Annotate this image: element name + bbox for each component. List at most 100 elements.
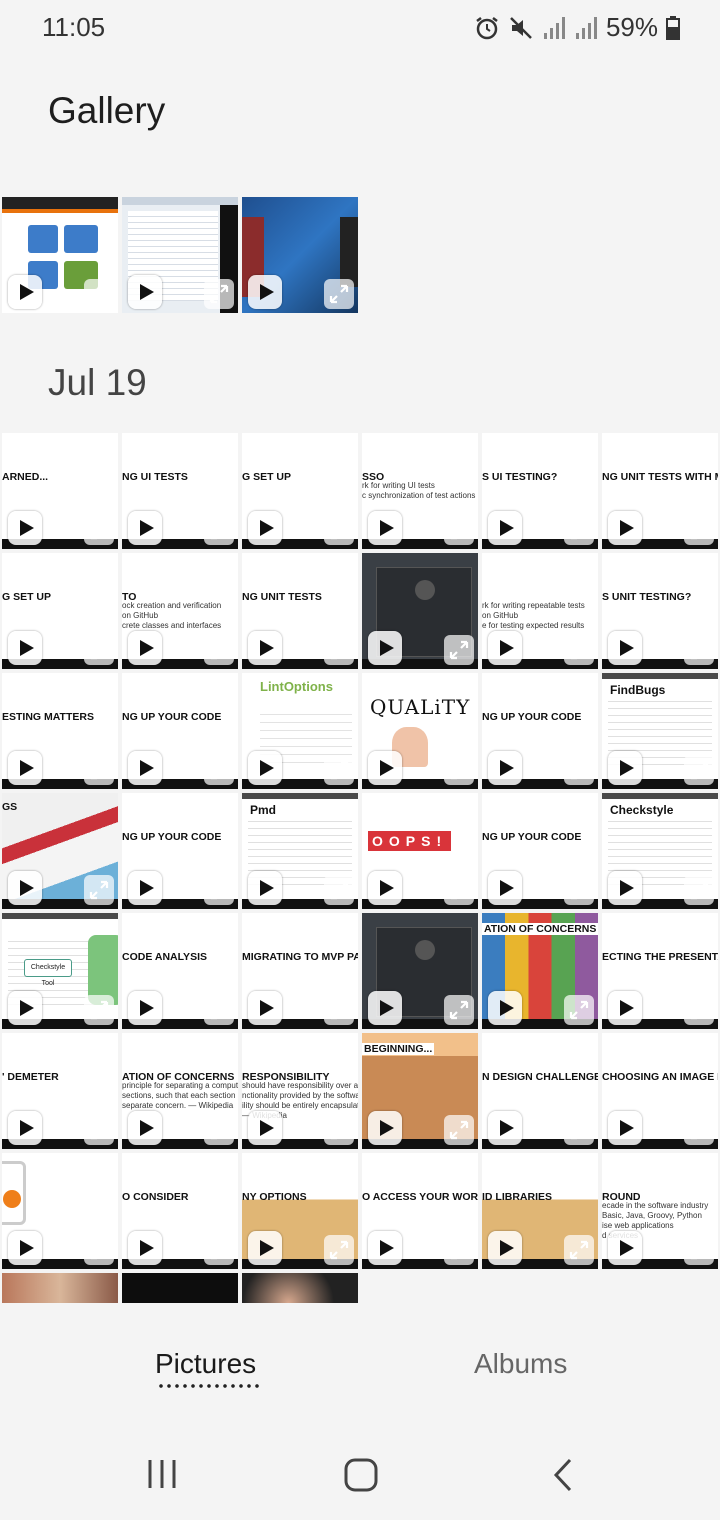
video-thumbnail[interactable]: S UI TESTING? bbox=[482, 433, 598, 549]
expand-icon[interactable] bbox=[84, 1235, 114, 1265]
expand-icon[interactable] bbox=[684, 995, 714, 1025]
expand-icon[interactable] bbox=[324, 1115, 354, 1145]
video-thumbnail[interactable]: FindBugs bbox=[602, 673, 718, 789]
expand-icon[interactable] bbox=[84, 515, 114, 545]
video-thumbnail[interactable]: G SET UP bbox=[242, 433, 358, 549]
video-thumbnail[interactable]: OOPS! bbox=[362, 793, 478, 909]
video-thumbnail[interactable]: ROUND ecade in the software industry Basic… bbox=[602, 1153, 718, 1269]
video-thumbnail[interactable]: RESPONSIBILITY should have responsibility… bbox=[242, 1033, 358, 1149]
video-thumbnail[interactable]: O ACCESS YOUR WORKIN bbox=[362, 1153, 478, 1269]
video-thumbnail[interactable] bbox=[122, 197, 238, 313]
video-thumbnail[interactable]: N DESIGN CHALLENGES bbox=[482, 1033, 598, 1149]
video-thumbnail[interactable]: ' DEMETER bbox=[2, 1033, 118, 1149]
video-thumbnail[interactable]: LintOptions bbox=[242, 673, 358, 789]
video-thumbnail[interactable]: TO ock creation and verification on GitHub… bbox=[122, 553, 238, 669]
expand-icon[interactable] bbox=[684, 755, 714, 785]
expand-icon[interactable] bbox=[564, 875, 594, 905]
video-thumbnail[interactable] bbox=[242, 197, 358, 313]
expand-icon[interactable] bbox=[324, 515, 354, 545]
video-thumbnail[interactable]: SSO rk for writing UI tests c synchronizat… bbox=[362, 433, 478, 549]
video-thumbnail[interactable] bbox=[2, 197, 118, 313]
expand-icon[interactable] bbox=[684, 1115, 714, 1145]
expand-icon[interactable] bbox=[444, 875, 474, 905]
expand-icon[interactable] bbox=[444, 755, 474, 785]
expand-icon[interactable] bbox=[84, 635, 114, 665]
expand-icon[interactable] bbox=[84, 995, 114, 1025]
video-thumbnail[interactable]: rk for writing repeatable tests on GitHub… bbox=[482, 553, 598, 669]
expand-icon[interactable] bbox=[204, 995, 234, 1025]
video-thumbnail[interactable]: O CONSIDER bbox=[122, 1153, 238, 1269]
expand-icon[interactable] bbox=[444, 995, 474, 1025]
expand-icon[interactable] bbox=[204, 875, 234, 905]
video-thumbnail[interactable]: NG UP YOUR CODE bbox=[482, 673, 598, 789]
video-thumbnail[interactable]: ATION OF CONCERNS bbox=[482, 913, 598, 1029]
video-thumbnail[interactable]: ARNED... bbox=[2, 433, 118, 549]
expand-icon[interactable] bbox=[204, 279, 234, 309]
tab-albums[interactable]: Albums bbox=[474, 1348, 567, 1380]
slide-title: S UNIT TESTING? bbox=[602, 591, 692, 603]
video-thumbnail[interactable]: Pmd bbox=[242, 793, 358, 909]
play-icon bbox=[128, 871, 162, 905]
expand-icon[interactable] bbox=[324, 279, 354, 309]
video-thumbnail[interactable]: NG UP YOUR CODE bbox=[122, 673, 238, 789]
video-thumbnail[interactable]: ID LIBRARIES bbox=[482, 1153, 598, 1269]
video-thumbnail[interactable]: CHOOSING AN IMAGE LIB bbox=[602, 1033, 718, 1149]
video-thumbnail[interactable]: NY OPTIONS bbox=[242, 1153, 358, 1269]
expand-icon[interactable] bbox=[204, 635, 234, 665]
expand-icon[interactable] bbox=[324, 635, 354, 665]
expand-icon[interactable] bbox=[204, 515, 234, 545]
expand-icon[interactable] bbox=[444, 1235, 474, 1265]
expand-icon[interactable] bbox=[564, 995, 594, 1025]
video-thumbnail[interactable] bbox=[2, 1153, 118, 1269]
video-thumbnail[interactable]: QUALiTY bbox=[362, 673, 478, 789]
video-thumbnail[interactable]: NG UNIT TESTS bbox=[242, 553, 358, 669]
video-thumbnail[interactable]: NG UI TESTS bbox=[122, 433, 238, 549]
video-thumbnail[interactable]: NG UP YOUR CODE bbox=[482, 793, 598, 909]
expand-icon[interactable] bbox=[324, 1235, 354, 1265]
expand-icon[interactable] bbox=[444, 635, 474, 665]
expand-icon[interactable] bbox=[444, 1115, 474, 1145]
expand-icon[interactable] bbox=[84, 875, 114, 905]
video-thumbnail[interactable]: Checkstyle bbox=[602, 793, 718, 909]
expand-icon[interactable] bbox=[204, 755, 234, 785]
expand-icon[interactable] bbox=[564, 1115, 594, 1145]
tab-pictures[interactable]: Pictures bbox=[155, 1348, 256, 1380]
recent-apps-icon[interactable] bbox=[146, 1458, 178, 1495]
video-thumbnail[interactable]: ATION OF CONCERNS principle for separatin… bbox=[122, 1033, 238, 1149]
video-thumbnail[interactable]: NG UP YOUR CODE bbox=[122, 793, 238, 909]
video-thumbnail[interactable] bbox=[362, 553, 478, 669]
expand-icon[interactable] bbox=[564, 755, 594, 785]
expand-icon[interactable] bbox=[204, 1115, 234, 1145]
video-thumbnail[interactable]: GS bbox=[2, 793, 118, 909]
slide-title: CHOOSING AN IMAGE LIB bbox=[602, 1071, 718, 1083]
expand-icon[interactable] bbox=[684, 515, 714, 545]
expand-icon[interactable] bbox=[444, 515, 474, 545]
video-thumbnail[interactable]: G SET UP bbox=[2, 553, 118, 669]
video-thumbnail[interactable]: ECTING THE PRESENTATI bbox=[602, 913, 718, 1029]
video-thumbnail[interactable]: BEGINNING... bbox=[362, 1033, 478, 1149]
expand-icon[interactable] bbox=[564, 635, 594, 665]
expand-icon[interactable] bbox=[204, 1235, 234, 1265]
video-thumbnail[interactable]: S UNIT TESTING? bbox=[602, 553, 718, 669]
video-thumbnail[interactable]: NG UNIT TESTS WITH MOC bbox=[602, 433, 718, 549]
expand-icon[interactable] bbox=[84, 1115, 114, 1145]
video-thumbnail[interactable]: MIGRATING TO MVP PATT bbox=[242, 913, 358, 1029]
expand-icon[interactable] bbox=[564, 515, 594, 545]
slide-text: ock creation and verification bbox=[122, 601, 222, 610]
back-icon[interactable] bbox=[552, 1458, 576, 1497]
video-thumbnail[interactable]: Checkstyle Tool bbox=[2, 913, 118, 1029]
expand-icon[interactable] bbox=[684, 1235, 714, 1265]
home-icon[interactable] bbox=[344, 1458, 378, 1497]
expand-icon[interactable] bbox=[84, 755, 114, 785]
expand-icon[interactable] bbox=[324, 995, 354, 1025]
video-thumbnail[interactable] bbox=[362, 913, 478, 1029]
slide-title: G SET UP bbox=[242, 471, 292, 483]
video-thumbnail[interactable]: CODE ANALYSIS bbox=[122, 913, 238, 1029]
expand-icon[interactable] bbox=[564, 1235, 594, 1265]
expand-icon[interactable] bbox=[684, 635, 714, 665]
video-thumbnail[interactable]: ESTING MATTERS bbox=[2, 673, 118, 789]
expand-icon[interactable] bbox=[684, 875, 714, 905]
expand-icon[interactable] bbox=[84, 279, 114, 309]
expand-icon[interactable] bbox=[324, 755, 354, 785]
expand-icon[interactable] bbox=[324, 875, 354, 905]
